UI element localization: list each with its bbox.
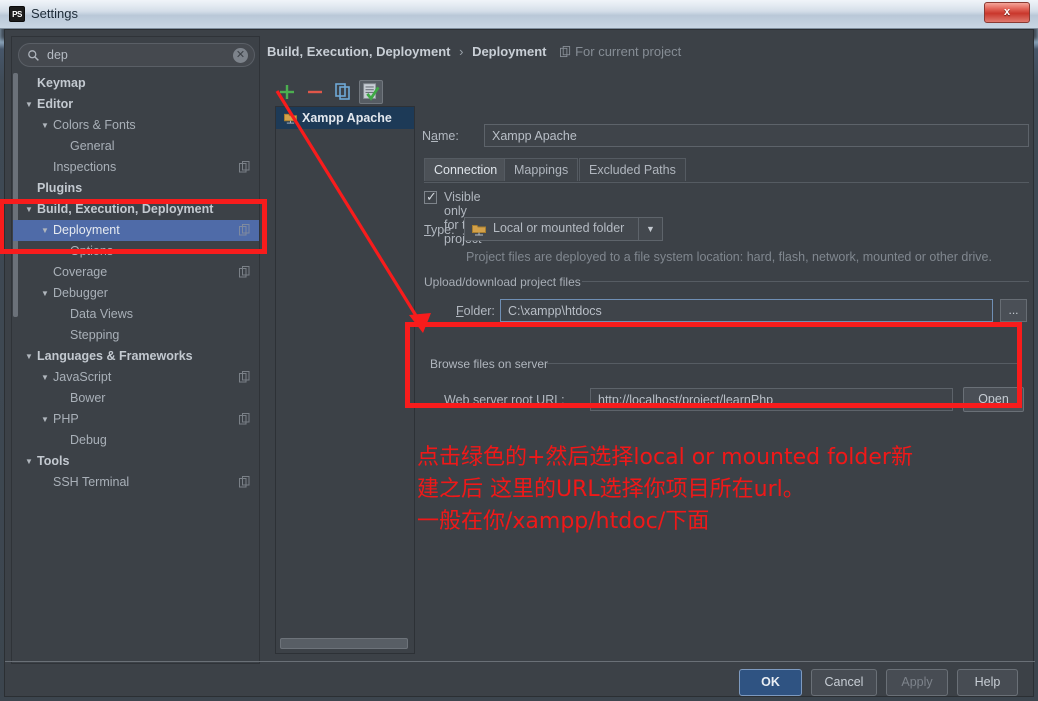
type-dropdown[interactable]: Local or mounted folder ▼	[464, 217, 663, 241]
breadcrumb-leaf: Deployment	[472, 44, 547, 59]
sidebar-item-general[interactable]: General	[13, 136, 259, 157]
sidebar-item-label: Coverage	[53, 265, 108, 279]
project-scope-icon	[239, 371, 250, 383]
sidebar-item-label: Data Views	[70, 307, 133, 321]
help-button[interactable]: Help	[957, 669, 1018, 696]
sidebar-item-label: Stepping	[70, 328, 120, 342]
project-scope-icon	[239, 161, 250, 173]
scope-text: For current project	[575, 44, 682, 59]
search-input[interactable]	[45, 44, 230, 66]
connection-tabs: Connection Mappings Excluded Paths	[424, 158, 1029, 183]
dialog-button-bar: OK Cancel Apply Help	[5, 661, 1035, 696]
sidebar-item-label: Languages & Frameworks	[37, 349, 193, 363]
ok-button[interactable]: OK	[739, 669, 802, 696]
annotation-line-3: 一般在你/xampp/htdoc/下面	[417, 509, 710, 534]
chevron-down-icon[interactable]: ▼	[638, 218, 662, 240]
type-hint: Project files are deployed to a file sys…	[466, 250, 992, 264]
sidebar-item-stepping[interactable]: Stepping	[13, 325, 259, 346]
sidebar-item-bower[interactable]: Bower	[13, 388, 259, 409]
search-box[interactable]: ✕	[18, 43, 255, 67]
expand-arrow-icon[interactable]: ▼	[39, 283, 51, 304]
tabs-underline	[424, 182, 1029, 183]
cancel-button[interactable]: Cancel	[811, 669, 877, 696]
sidebar-item-label: Plugins	[37, 181, 83, 195]
folder-label: Folder:	[456, 304, 495, 318]
expand-arrow-icon[interactable]: ▼	[39, 409, 51, 430]
tab-excluded-paths[interactable]: Excluded Paths	[579, 158, 686, 181]
titlebar-gloss	[0, 0, 1038, 28]
annotation-line-1: 点击绿色的+然后选择local or mounted folder新	[417, 445, 913, 470]
sidebar-item-data-views[interactable]: Data Views	[13, 304, 259, 325]
highlight-box-deployment	[0, 199, 267, 254]
sidebar-item-debug[interactable]: Debug	[13, 430, 259, 451]
sidebar-item-colors-fonts[interactable]: ▼ Colors & Fonts	[13, 115, 259, 136]
close-icon[interactable]: x	[984, 2, 1030, 23]
server-list-hscrollbar[interactable]	[280, 638, 408, 649]
sidebar-item-php[interactable]: ▼ PHP	[13, 409, 259, 430]
sidebar-item-label: Colors & Fonts	[53, 118, 136, 132]
sidebar-item-label: PHP	[53, 412, 79, 426]
expand-arrow-icon[interactable]: ▼	[39, 115, 51, 136]
ps-app-icon: PS	[9, 6, 25, 22]
sidebar-item-label: Inspections	[53, 160, 117, 174]
local-folder-icon	[472, 225, 486, 236]
window-titlebar: PS Settings x	[0, 0, 1038, 29]
project-scope-icon	[239, 413, 250, 425]
settings-window: PS Settings x ✕ Keymap▼Editor▼Colors & F…	[0, 0, 1038, 701]
sidebar-item-label: Tools	[37, 454, 70, 468]
highlight-box-browse-files	[405, 322, 1022, 408]
expand-arrow-icon[interactable]: ▼	[23, 94, 35, 115]
clear-icon[interactable]: ✕	[233, 48, 248, 63]
breadcrumb-separator: ›	[459, 44, 464, 59]
sidebar-item-label: Editor	[37, 97, 74, 111]
sidebar-item-inspections[interactable]: Inspections	[13, 157, 259, 178]
name-input[interactable]	[484, 124, 1029, 147]
sidebar-item-tools[interactable]: ▼ Tools	[13, 451, 259, 472]
project-scope-icon	[239, 476, 250, 488]
sidebar-item-label: Bower	[70, 391, 106, 405]
tab-mappings[interactable]: Mappings	[504, 158, 579, 181]
expand-arrow-icon[interactable]: ▼	[39, 367, 51, 388]
project-scope-icon	[560, 46, 571, 58]
sidebar-item-label: SSH Terminal	[53, 475, 130, 489]
type-value: Local or mounted folder	[493, 221, 625, 235]
expand-arrow-icon[interactable]: ▼	[23, 346, 35, 367]
folder-input[interactable]	[500, 299, 993, 322]
chinese-annotation: 点击绿色的+然后选择local or mounted folder新 建之后 这…	[417, 442, 1027, 538]
upload-group-divider	[582, 281, 1029, 282]
annotation-arrow	[275, 90, 431, 333]
sidebar-item-editor[interactable]: ▼ Editor	[13, 94, 259, 115]
folder-browse-button[interactable]: ...	[1000, 299, 1027, 322]
sidebar-item-label: Debug	[70, 433, 107, 447]
breadcrumb-root[interactable]: Build, Execution, Deployment	[267, 44, 450, 59]
window-title: Settings	[31, 6, 78, 21]
sidebar-item-label: JavaScript	[53, 370, 112, 384]
sidebar-item-keymap[interactable]: Keymap	[13, 73, 259, 94]
settings-tree: Keymap ▼ Editor ▼ Colors & Fonts General Inspe…	[13, 73, 259, 663]
sidebar-item-debugger[interactable]: ▼ Debugger	[13, 283, 259, 304]
scope-text-wrapper: For current project	[560, 44, 681, 59]
sidebar-item-coverage[interactable]: Coverage	[13, 262, 259, 283]
expand-arrow-icon[interactable]: ▼	[23, 451, 35, 472]
sidebar-item-label: General	[70, 139, 115, 153]
sidebar-item-label: Keymap	[37, 76, 86, 90]
sidebar-item-languages-frameworks[interactable]: ▼ Languages & Frameworks	[13, 346, 259, 367]
sidebar-item-javascript[interactable]: ▼ JavaScript	[13, 367, 259, 388]
search-icon	[28, 50, 39, 61]
breadcrumb: Build, Execution, Deployment › Deploymen…	[267, 44, 681, 59]
sidebar-item-label: Debugger	[53, 286, 108, 300]
annotation-line-2: 建之后 这里的URL选择你项目所在url。	[417, 477, 805, 502]
upload-group-label: Upload/download project files	[424, 275, 581, 289]
apply-button: Apply	[886, 669, 948, 696]
project-scope-icon	[239, 266, 250, 278]
sidebar-item-ssh-terminal[interactable]: SSH Terminal	[13, 472, 259, 493]
settings-sidebar: ✕ Keymap▼Editor▼Colors & FontsGeneralIns…	[11, 36, 260, 664]
sidebar-item-plugins[interactable]: Plugins	[13, 178, 259, 199]
